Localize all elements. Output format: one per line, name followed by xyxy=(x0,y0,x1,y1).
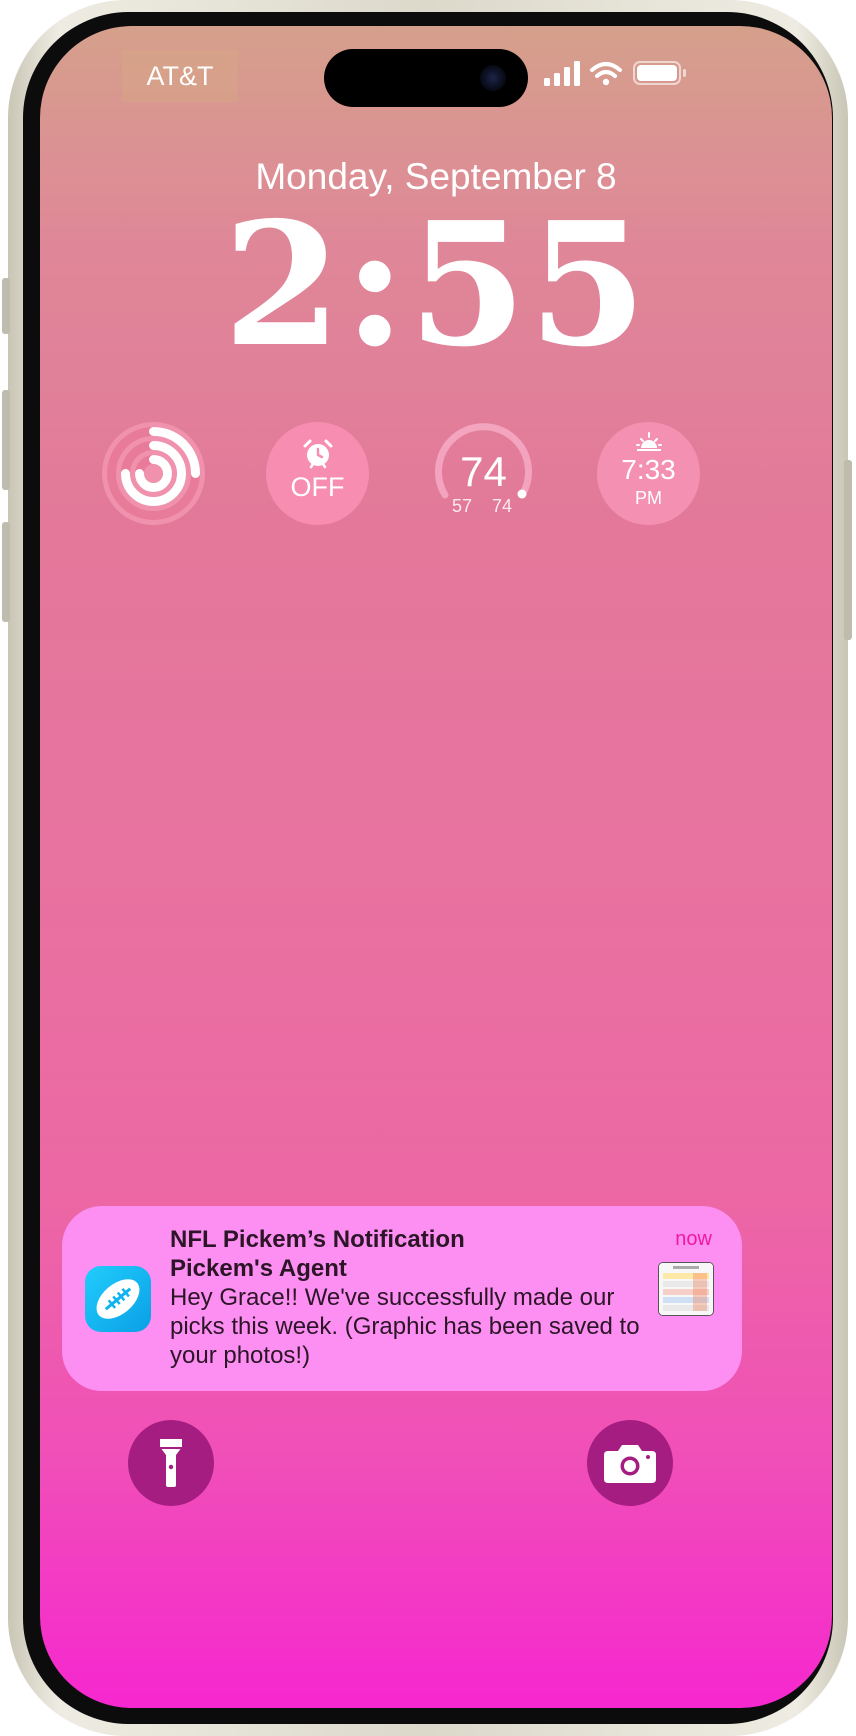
activity-widget[interactable] xyxy=(102,422,205,525)
low-temperature: 57 xyxy=(452,496,473,516)
notification-subtitle: Pickem's Agent xyxy=(170,1255,347,1282)
camera-icon xyxy=(604,1445,656,1483)
phone-frame: AT&T Monday, September 8 2:55 OFF 74 57 … xyxy=(2,0,852,1736)
notification-thumbnail xyxy=(658,1262,714,1316)
volume-up-button xyxy=(2,390,10,490)
camera-button[interactable] xyxy=(587,1420,673,1506)
current-temperature: 74 xyxy=(460,448,507,495)
sunset-period: PM xyxy=(635,488,662,508)
battery-icon xyxy=(633,61,686,85)
lock-time: 2:55 xyxy=(223,185,649,385)
alarm-status: OFF xyxy=(290,472,345,502)
sunset-time: 7:33 xyxy=(621,454,676,485)
flashlight-button[interactable] xyxy=(128,1420,214,1506)
football-icon xyxy=(96,1279,140,1319)
app-icon xyxy=(85,1266,151,1332)
notification-body: Hey Grace!! We've successfully made our … xyxy=(170,1284,640,1369)
sunset-widget[interactable]: 7:33 PM xyxy=(597,422,700,525)
sunset-icon xyxy=(636,432,662,451)
alarm-widget[interactable]: OFF xyxy=(266,422,369,525)
action-button xyxy=(2,278,10,334)
high-temperature: 74 xyxy=(492,496,513,516)
status-icons xyxy=(544,60,694,90)
carrier-label: AT&T xyxy=(122,50,238,102)
wifi-icon xyxy=(590,62,622,86)
dynamic-island xyxy=(324,49,528,107)
notification-card[interactable]: NFL Pickem’s Notification Pickem's Agent… xyxy=(62,1206,742,1391)
cellular-signal-icon xyxy=(544,61,580,86)
activity-rings-icon xyxy=(107,427,200,520)
lock-screen: AT&T Monday, September 8 2:55 OFF 74 57 … xyxy=(40,26,832,1708)
power-button xyxy=(844,460,852,640)
flashlight-icon xyxy=(160,1439,182,1487)
notification-time: now xyxy=(675,1228,712,1250)
weather-widget[interactable]: 74 57 74 xyxy=(432,422,535,525)
notification-title: NFL Pickem’s Notification xyxy=(170,1226,465,1253)
volume-down-button xyxy=(2,522,10,622)
alarm-clock-icon xyxy=(303,439,333,469)
front-camera xyxy=(480,65,506,91)
